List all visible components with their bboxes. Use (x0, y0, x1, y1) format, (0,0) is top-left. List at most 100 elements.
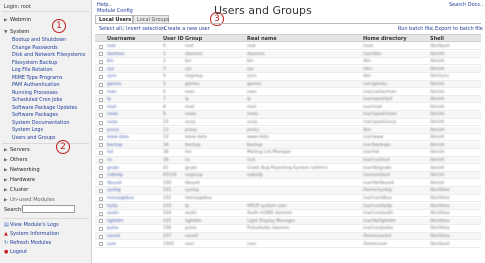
username-cell[interactable]: backup (107, 142, 159, 149)
table-row[interactable]: user 1000 user user/home/user/bin/bash (95, 241, 481, 248)
search-docs-link[interactable]: Search Docs.. (449, 2, 483, 8)
username-cell[interactable]: sys (107, 66, 159, 73)
username-cell[interactable]: list (107, 149, 159, 156)
table-row[interactable]: daemon 1 daemon daemon/usr/sbin/bin/sh (95, 50, 481, 58)
system-information-link[interactable]: ▲ System Information (4, 231, 59, 237)
select-all-link[interactable]: Select all. (99, 26, 123, 32)
table-row[interactable]: saned 107 saned/home/saned/bin/false (95, 233, 481, 241)
module-software-package-updates[interactable]: Software Package Updates (12, 105, 77, 111)
username-cell[interactable]: mail (107, 104, 159, 111)
module-system-documentation[interactable]: System Documentation (12, 120, 70, 126)
username-cell[interactable]: man (107, 89, 159, 96)
row-checkbox[interactable] (99, 150, 103, 155)
category-others[interactable]: ▶ Others (4, 157, 27, 163)
export-batch-file-link[interactable]: Export to batch file (435, 26, 483, 32)
username-cell[interactable]: news (107, 111, 159, 118)
row-checkbox[interactable] (99, 90, 103, 95)
table-row[interactable]: pulse 106 pulse PulseAudio daemon/var/run/p… (95, 225, 481, 233)
username-cell[interactable]: hplip (107, 203, 159, 210)
username-cell[interactable]: syslog (107, 187, 159, 194)
table-row[interactable]: mail 8 mail mail/var/mail/bin/sh (95, 104, 481, 112)
row-checkbox[interactable] (99, 226, 103, 231)
username-cell[interactable]: games (107, 81, 159, 88)
category-cluster[interactable]: ▶ Cluster (4, 187, 28, 193)
username-cell[interactable]: nobody (107, 172, 159, 179)
row-checkbox[interactable] (99, 135, 103, 140)
row-checkbox[interactable] (99, 44, 103, 49)
table-row[interactable]: avahi 104 avahi Avahi mDNS daemon/var/run/a… (95, 210, 481, 218)
username-cell[interactable]: saned (107, 233, 159, 240)
row-checkbox[interactable] (99, 166, 103, 171)
table-row[interactable]: sync 4 nogroup sync/bin/bin/sync (95, 73, 481, 81)
table-row[interactable]: libuuid 100 libuuid/var/lib/libuuid/bin/sh (95, 180, 481, 188)
username-cell[interactable]: sync (107, 73, 159, 80)
category-servers[interactable]: ▶ Servers (4, 147, 30, 153)
module-config-link[interactable]: Module Config (97, 8, 133, 14)
row-checkbox[interactable] (99, 196, 103, 201)
category-webmin[interactable]: ▶ Webmin (4, 17, 31, 23)
column-header-shell[interactable]: Shell (430, 35, 444, 43)
module-mime-type-programs[interactable]: MIME Type Programs (12, 75, 63, 81)
logout-link[interactable]: ● Logout (4, 249, 27, 255)
table-row[interactable]: man 6 man man/var/cache/man/bin/sh (95, 89, 481, 96)
row-checkbox[interactable] (99, 67, 103, 72)
table-row[interactable]: syslog 101 syslog/home/syslog/bin/false (95, 187, 481, 195)
username-cell[interactable]: uucp (107, 119, 159, 126)
username-cell[interactable]: proxy (107, 127, 159, 134)
row-checkbox[interactable] (99, 105, 103, 110)
username-cell[interactable]: user (107, 241, 159, 248)
column-header-user-id[interactable]: User ID (163, 35, 184, 43)
table-row[interactable]: backup 34 backup backup/var/backups/bin/sh (95, 141, 481, 150)
category-hardware[interactable]: ▶ Hardware (4, 177, 35, 183)
row-checkbox[interactable] (99, 143, 103, 148)
username-cell[interactable]: libuuid (107, 180, 159, 187)
row-checkbox[interactable] (99, 74, 103, 79)
module-scheduled-cron-jobs[interactable]: Scheduled Cron Jobs (12, 97, 62, 103)
category-system[interactable]: ▼ System (4, 29, 29, 35)
row-checkbox[interactable] (99, 82, 103, 87)
module-software-packages[interactable]: Software Packages (12, 112, 58, 118)
create-new-user-link[interactable]: Create a new user (164, 26, 210, 32)
module-running-processes[interactable]: Running Processes (12, 90, 58, 96)
row-checkbox[interactable] (99, 204, 103, 209)
module-filesystem-backup[interactable]: Filesystem Backup (12, 60, 57, 66)
run-batch-file-link[interactable]: Run batch file. (398, 26, 434, 32)
row-checkbox[interactable] (99, 112, 103, 117)
table-row[interactable]: irc 39 irc ircd/var/run/ircd/bin/sh (95, 157, 481, 165)
column-header-home-directory[interactable]: Home directory (363, 35, 407, 43)
row-checkbox[interactable] (99, 59, 103, 64)
table-row[interactable]: sys 3 sys sys/dev/bin/sh (95, 65, 481, 74)
row-checkbox[interactable] (99, 52, 103, 57)
row-checkbox[interactable] (99, 181, 103, 186)
table-row[interactable]: www-data 33 www-data www-data/var/www/bin/s… (95, 134, 481, 142)
table-row[interactable]: uucp 10 uucp uucp/var/spool/uucp/bin/sh (95, 119, 481, 127)
refresh-modules-link[interactable]: ↻ Refresh Modules (4, 240, 51, 246)
table-row[interactable]: root 0 root root/root/bin/bash (95, 43, 481, 51)
column-header-username[interactable]: Username (107, 35, 135, 43)
module-change-passwords[interactable]: Change Passwords (12, 45, 58, 51)
module-bootup-and-shutdown[interactable]: Bootup and Shutdown (12, 37, 66, 43)
module-users-and-groups[interactable]: Users and Groups (12, 135, 55, 141)
row-checkbox[interactable] (99, 242, 103, 247)
username-cell[interactable]: bin (107, 58, 159, 65)
table-row[interactable]: hplip 103 lp HPLIP system user/var/run/hpli… (95, 202, 481, 210)
table-row[interactable]: bin 2 bin bin/bin/bin/sh (95, 58, 481, 66)
category-unused-modules[interactable]: ▶ Un-used Modules (4, 197, 55, 203)
username-cell[interactable]: avahi (107, 210, 159, 217)
table-row[interactable]: list 38 list Mailing List Manager/var/list /… (95, 149, 481, 157)
tab-local-users[interactable]: Local Users (95, 15, 133, 23)
username-cell[interactable]: pulse (107, 225, 159, 232)
module-disk-network-filesystems[interactable]: Disk and Network Filesystems (12, 52, 85, 58)
table-row[interactable]: nobody 65534 nogroup nobody/nonexistent/bin… (95, 172, 481, 180)
username-cell[interactable]: daemon (107, 51, 159, 58)
table-row[interactable]: gnats 41 gnats Gnats Bug-Reporting System (… (95, 165, 481, 172)
table-row[interactable]: lightdm 105 lightdm Light Display Manager/v… (95, 217, 481, 226)
column-header-real-name[interactable]: Real name (247, 35, 277, 43)
row-checkbox[interactable] (99, 173, 103, 178)
username-cell[interactable]: www-data (107, 134, 159, 141)
row-checkbox[interactable] (99, 158, 103, 163)
table-row[interactable]: lp 7 lp lp/var/spool/lpd/bin/sh (95, 96, 481, 104)
row-checkbox[interactable] (99, 97, 103, 102)
table-row[interactable]: proxy 13 proxy proxy/bin/bin/sh (95, 126, 481, 134)
column-header-group[interactable]: Group (185, 35, 202, 43)
